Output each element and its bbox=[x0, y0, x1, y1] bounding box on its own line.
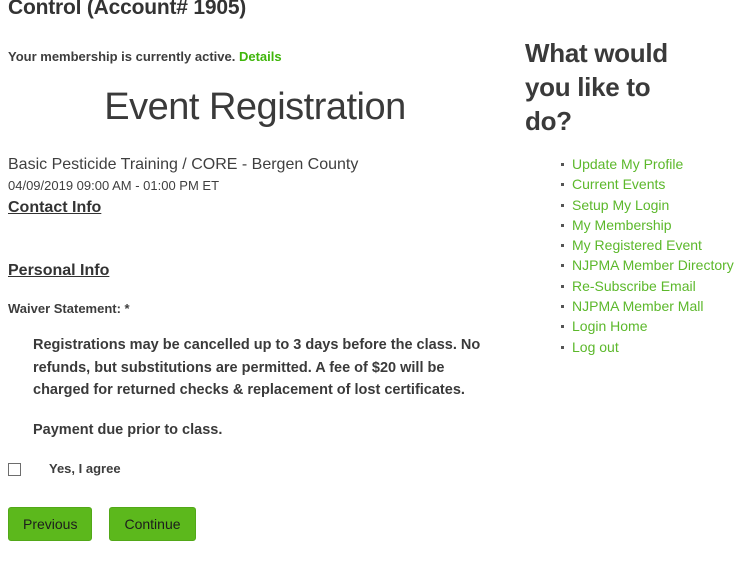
sidebar: What would you like to do? Update My Pro… bbox=[525, 0, 750, 357]
sidebar-link-label[interactable]: My Registered Event bbox=[572, 237, 702, 253]
sidebar-item-login-home[interactable]: Login Home bbox=[525, 316, 747, 336]
event-date: 04/09/2019 09:00 AM - 01:00 PM ET bbox=[8, 178, 220, 193]
membership-details-link[interactable]: Details bbox=[239, 49, 282, 64]
sidebar-link-list: Update My Profile Current Events Setup M… bbox=[525, 154, 750, 357]
page-title: Event Registration bbox=[104, 86, 406, 128]
continue-button[interactable]: Continue bbox=[109, 507, 196, 541]
sidebar-link-label[interactable]: NJPMA Member Directory bbox=[572, 257, 734, 273]
previous-button[interactable]: Previous bbox=[8, 507, 93, 541]
sidebar-title: What would you like to do? bbox=[525, 38, 668, 136]
sidebar-link-label[interactable]: Login Home bbox=[572, 318, 648, 334]
sidebar-item-log-out[interactable]: Log out bbox=[525, 337, 747, 357]
sidebar-link-label[interactable]: My Membership bbox=[572, 217, 672, 233]
sidebar-link-label[interactable]: Log out bbox=[572, 339, 619, 355]
membership-status-text: Your membership is currently active. bbox=[8, 49, 236, 64]
sidebar-link-label[interactable]: NJPMA Member Mall bbox=[572, 298, 703, 314]
agree-checkbox-label: Yes, I agree bbox=[49, 461, 121, 476]
sidebar-item-setup-my-login[interactable]: Setup My Login bbox=[525, 195, 747, 215]
sidebar-link-label[interactable]: Setup My Login bbox=[572, 197, 669, 213]
waiver-statement-label: Waiver Statement: * bbox=[8, 301, 130, 316]
waiver-statement-text: Registrations may be cancelled up to 3 d… bbox=[0, 334, 520, 441]
agree-checkbox[interactable] bbox=[8, 462, 21, 476]
personal-info-heading: Personal Info bbox=[8, 262, 110, 279]
waiver-paragraph-2: Payment due prior to class. bbox=[33, 421, 223, 438]
sidebar-item-njpma-member-directory[interactable]: NJPMA Member Directory bbox=[525, 255, 747, 275]
contact-info-heading: Contact Info bbox=[8, 199, 102, 216]
account-title: Control (Account# 1905) bbox=[8, 0, 247, 19]
agree-row: Yes, I agree bbox=[0, 461, 520, 477]
sidebar-item-my-registered-event[interactable]: My Registered Event bbox=[525, 235, 747, 255]
sidebar-link-label[interactable]: Re-Subscribe Email bbox=[572, 278, 696, 294]
sidebar-item-re-subscribe-email[interactable]: Re-Subscribe Email bbox=[525, 276, 747, 296]
sidebar-item-njpma-member-mall[interactable]: NJPMA Member Mall bbox=[525, 296, 747, 316]
form-button-row: Previous Continue bbox=[0, 507, 520, 541]
membership-status-line: Your membership is currently active. Det… bbox=[0, 49, 520, 65]
sidebar-item-update-my-profile[interactable]: Update My Profile bbox=[525, 154, 747, 174]
main-content-column: Control (Account# 1905) Your membership … bbox=[0, 0, 520, 541]
page-root: Control (Account# 1905) Your membership … bbox=[0, 0, 750, 574]
sidebar-link-label[interactable]: Update My Profile bbox=[572, 156, 683, 172]
waiver-paragraph-1: Registrations may be cancelled up to 3 d… bbox=[33, 337, 481, 398]
sidebar-link-label[interactable]: Current Events bbox=[572, 176, 665, 192]
sidebar-item-my-membership[interactable]: My Membership bbox=[525, 215, 747, 235]
sidebar-item-current-events[interactable]: Current Events bbox=[525, 174, 747, 194]
event-name: Basic Pesticide Training / CORE - Bergen… bbox=[8, 156, 359, 173]
